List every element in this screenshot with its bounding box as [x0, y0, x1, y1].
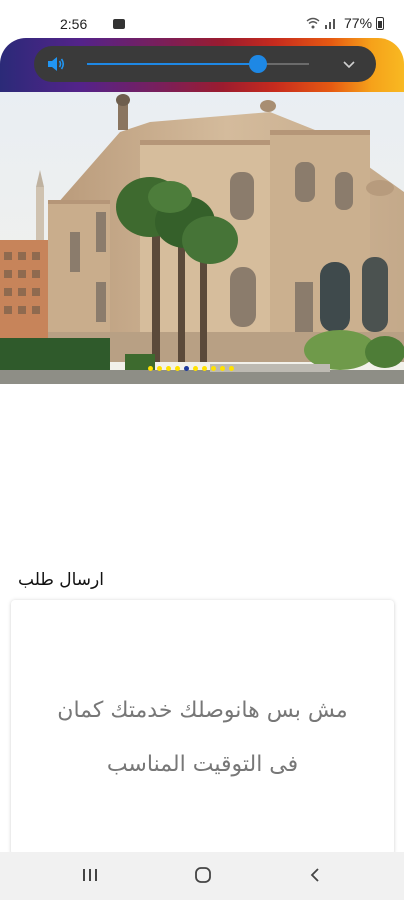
status-time: 2:56	[60, 16, 88, 32]
carousel-dot[interactable]	[193, 366, 198, 371]
carousel-dot[interactable]	[229, 366, 234, 371]
back-icon[interactable]	[309, 867, 321, 883]
image-carousel[interactable]	[0, 92, 404, 384]
home-icon[interactable]	[194, 866, 212, 884]
audio-progress-thumb[interactable]	[248, 55, 267, 73]
audio-player	[34, 46, 376, 82]
carousel-dot[interactable]	[211, 366, 216, 371]
carousel-dot[interactable]	[148, 366, 153, 371]
card-message-line2: فى التوقيت المناسب	[106, 752, 299, 777]
card-message: مش بس هانوصلك خدمتك كمان فى التوقيت المن…	[11, 684, 394, 792]
system-nav-bar	[0, 852, 404, 900]
audio-progress-slider[interactable]	[87, 63, 309, 65]
carousel-dot[interactable]	[175, 366, 180, 371]
carousel-dot[interactable]	[184, 366, 189, 371]
recents-icon[interactable]	[82, 868, 98, 882]
section-title: ارسال طلب	[18, 570, 104, 590]
carousel-dots	[148, 366, 234, 374]
chevron-down-icon[interactable]	[341, 56, 357, 72]
status-bar: 2:56 77%	[0, 0, 404, 38]
battery-icon	[376, 16, 385, 30]
message-icon	[113, 19, 125, 29]
battery-percent: 77%	[344, 15, 373, 31]
signal-icon	[325, 19, 335, 29]
building-photo	[0, 92, 404, 384]
carousel-dot[interactable]	[220, 366, 225, 371]
app-screen: 2:56 77% ارسال طلب مش بس هانوصلك خدمتك ك…	[0, 0, 404, 900]
audio-progress-fill	[87, 63, 258, 65]
request-card[interactable]: مش بس هانوصلك خدمتك كمان فى التوقيت المن…	[11, 600, 394, 855]
card-message-line1: مش بس هانوصلك خدمتك كمان	[57, 698, 348, 723]
carousel-dot[interactable]	[157, 366, 162, 371]
wifi-icon	[306, 17, 320, 29]
volume-icon[interactable]	[46, 55, 66, 73]
carousel-dot[interactable]	[166, 366, 171, 371]
status-indicators: 77%	[306, 15, 385, 31]
carousel-dot[interactable]	[202, 366, 207, 371]
